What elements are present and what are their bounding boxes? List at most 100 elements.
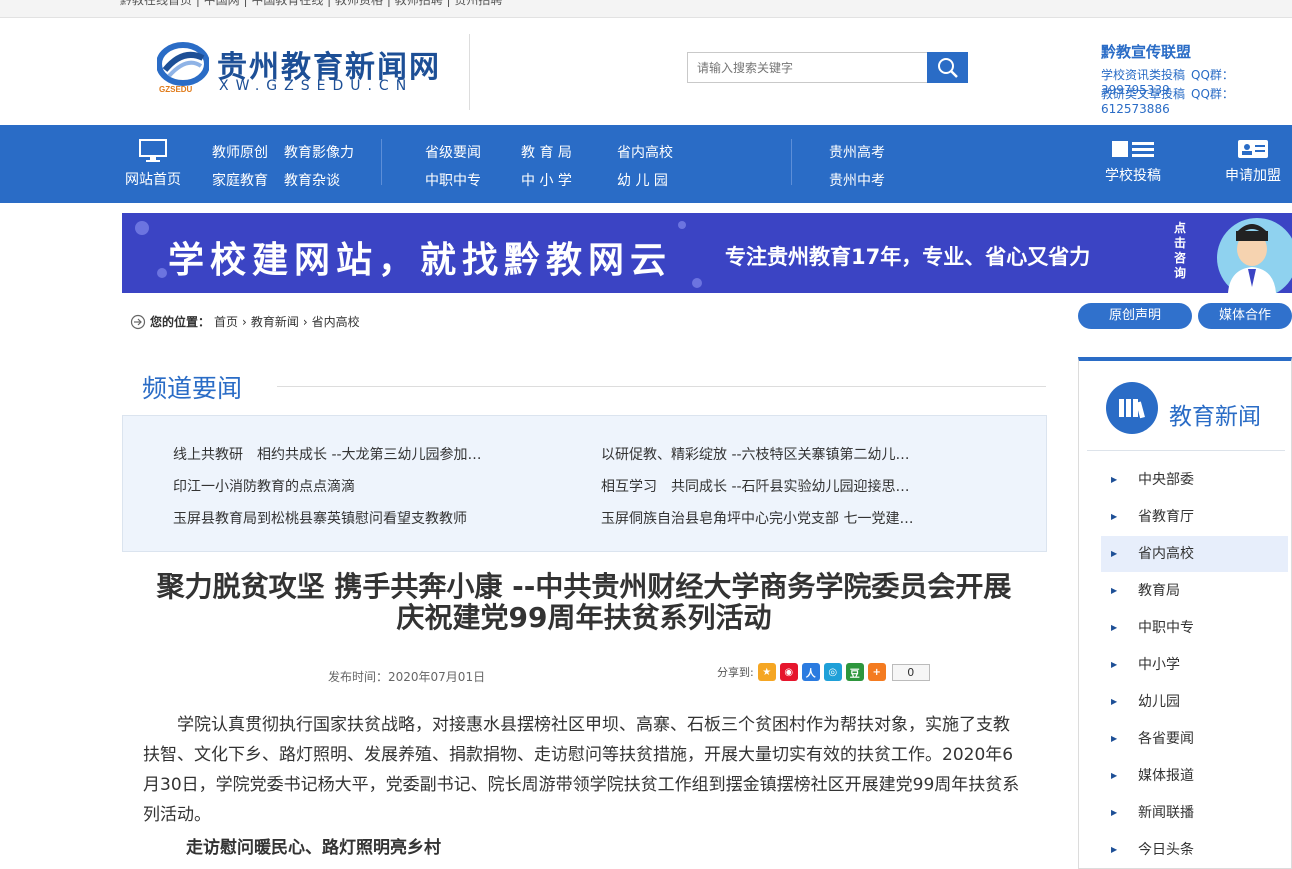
nav-kindergarten[interactable]: 幼 儿 园 [617,170,668,190]
article-title: 聚力脱贫攻坚 携手共奔小康 --中共贵州财经大学商务学院委员会开展庆祝建党99周… [156,570,1012,634]
sidebar-divider [1087,450,1285,451]
search-button[interactable] [927,52,968,83]
nav-submit-label: 学校投稿 [1105,168,1161,184]
caret-right-icon: ▶ [1111,734,1118,743]
union-title: 黔教宣传联盟 [1101,43,1192,61]
nav-vocational[interactable]: 中职中专 [425,170,481,190]
renren-icon[interactable]: 人 [801,663,820,681]
tencent-weibo-icon[interactable]: ◎ [823,663,842,681]
original-statement-button[interactable]: 原创声明 [1078,303,1192,329]
chevron-right-icon: › [242,314,247,329]
nav-gaokao[interactable]: 贵州高考 [829,142,885,162]
breadcrumb: 您的位置： 首页 › 教育新闻 › 省内高校 [130,313,360,330]
search-input[interactable] [687,52,928,83]
sidebar-item-label: 今日头条 [1138,842,1194,858]
list-icon [1112,141,1154,157]
logo-mark-text: GZSEDU [159,85,193,94]
caret-right-icon: ▶ [1111,512,1118,521]
sidebar-item-active[interactable]: ▶ 省内高校 [1101,536,1288,572]
news-link[interactable]: 玉屏县教育局到松桃县寨英镇慰问看望支教教师 [173,508,503,528]
header-divider [469,34,470,110]
sidebar-item[interactable]: ▶ 新闻联播 [1101,795,1288,831]
nav-family-edu[interactable]: 家庭教育 [212,170,268,190]
arrow-circle-icon [130,314,146,329]
share-count: 0 [891,663,930,681]
sidebar-item[interactable]: ▶ 中央部委 [1101,462,1288,498]
nav-provincial-news[interactable]: 省级要闻 [425,142,481,162]
publish-time: 发布时间：2020年07月01日 [328,670,486,684]
more-share-icon[interactable]: + [867,663,886,681]
sidebar-title: 教育新闻 [1169,404,1261,430]
logo-mark-icon[interactable]: GZSEDU [157,38,209,94]
sidebar-item-label: 新闻联播 [1138,805,1194,821]
news-link[interactable]: 玉屏侗族自治县皂角坪中心完小党支部 七一党建… [601,508,931,528]
nav-edu-bureau[interactable]: 教 育 局 [521,142,572,162]
news-link[interactable]: 印江一小消防教育的点点滴滴 [173,476,503,496]
sidebar-item[interactable]: ▶ 中职中专 [1101,610,1288,646]
article-subheading: 走访慰问暖民心、路灯照明亮乡村 [186,838,441,858]
news-link[interactable]: 线上共教研 相约共成长 --大龙第三幼儿园参加… [173,444,503,464]
media-cooperation-button[interactable]: 媒体合作 [1198,303,1292,329]
nav-universities[interactable]: 省内高校 [617,142,673,162]
breadcrumb-edu-news[interactable]: 教育新闻 [251,313,299,330]
breadcrumb-home[interactable]: 首页 [214,313,238,330]
nav-home-button[interactable]: 网站首页 [122,139,184,189]
news-link[interactable]: 以研促教、精彩绽放 --六枝特区关寨镇第二幼儿… [601,444,931,464]
sidebar-item-label: 中小学 [1138,657,1180,673]
banner-headline: 学校建网站，就找黔教网云 [168,240,673,281]
sidebar-item[interactable]: ▶ 媒体报道 [1101,758,1288,794]
search-icon [937,57,958,78]
site-logo-url: XW.GZSEDU.CN [219,78,414,94]
nav-submit-button[interactable]: 学校投稿 [1102,139,1164,185]
sidebar-item[interactable]: ▶ 今日头条 [1101,832,1288,868]
top-strip-links[interactable]: 黔教在线首页 | 中国网 | 中国教育在线 | 教师资格 | 教师招聘 | 贵州… [120,0,502,8]
sidebar-item-label: 幼儿园 [1138,694,1180,710]
channel-news-box: 线上共教研 相约共成长 --大龙第三幼儿园参加… 印江一小消防教育的点点滴滴 玉… [122,415,1047,552]
nav-schools[interactable]: 中 小 学 [521,170,572,190]
nav-edu-essay[interactable]: 教育杂谈 [284,170,340,190]
nav-zhongkao[interactable]: 贵州中考 [829,170,885,190]
nav-edu-image[interactable]: 教育影像力 [284,142,354,162]
channel-divider [277,386,1046,387]
nav-home-label: 网站首页 [125,172,181,188]
breadcrumb-label: 您的位置： [150,315,211,329]
nav-teacher-original[interactable]: 教师原创 [212,142,268,162]
site-header: GZSEDU 贵州教育新闻网 XW.GZSEDU.CN 黔教宣传联盟 学校资讯类… [0,18,1292,125]
caret-right-icon: ▶ [1111,623,1118,632]
books-icon [1106,382,1158,434]
nav-join-button[interactable]: 申请加盟 [1222,139,1284,185]
sidebar-item-label: 中职中专 [1138,620,1194,636]
sidebar-item[interactable]: ▶ 中小学 [1101,647,1288,683]
nav-separator [381,139,382,185]
article-paragraph: 学院认真贯彻执行国家扶贫战略，对接惠水县摆榜社区甲坝、高寨、石板三个贫困村作为帮… [143,715,1020,825]
top-strip: 黔教在线首页 | 中国网 | 中国教育在线 | 教师资格 | 教师招聘 | 贵州… [0,0,1292,18]
sidebar-item[interactable]: ▶ 教育局 [1101,573,1288,609]
share-bar: 分享到: ★ ◉ 人 ◎ 豆 + 0 [717,663,930,681]
sidebar-item[interactable]: ▶ 省教育厅 [1101,499,1288,535]
qzone-icon[interactable]: ★ [757,663,776,681]
caret-right-icon: ▶ [1111,475,1118,484]
weibo-icon[interactable]: ◉ [779,663,798,681]
channel-title: 频道要闻 [142,374,243,403]
sidebar-item[interactable]: ▶ 各省要闻 [1101,721,1288,757]
banner-subheadline: 专注贵州教育17年，专业、省心又省力 [725,245,1091,269]
chevron-right-icon: › [302,314,308,329]
monitor-icon [139,139,167,162]
mascot-icon [1228,224,1276,293]
sidebar-item-label: 省教育厅 [1138,509,1194,525]
news-link[interactable]: 相互学习 共同成长 --石阡县实验幼儿园迎接思… [601,476,931,496]
banner-consult-text: 点击咨询 [1174,221,1187,280]
sidebar-item[interactable]: ▶ 幼儿园 [1101,684,1288,720]
caret-right-icon: ▶ [1111,808,1118,817]
sidebar: 教育新闻 ▶ 中央部委 ▶ 省教育厅 ▶ 省内高校 ▶ 教育局 ▶ 中职中专 ▶ 中小学 ▶… [1078,357,1292,869]
nav-separator [791,139,792,185]
main-nav: 网站首页 教师原创 教育影像力 家庭教育 教育杂谈 省级要闻 教 育 局 省内高… [0,125,1292,203]
caret-right-icon: ▶ [1111,845,1118,854]
douban-icon[interactable]: 豆 [845,663,864,681]
caret-right-icon: ▶ [1111,697,1118,706]
ad-banner[interactable]: 学校建网站，就找黔教网云 专注贵州教育17年，专业、省心又省力 点击咨询 [122,213,1292,293]
breadcrumb-universities[interactable]: 省内高校 [312,313,360,330]
caret-right-icon: ▶ [1111,586,1118,595]
union-line-2[interactable]: 教研类文章投稿 QQ群：612573886 [1101,85,1292,116]
nav-join-label: 申请加盟 [1225,168,1281,184]
